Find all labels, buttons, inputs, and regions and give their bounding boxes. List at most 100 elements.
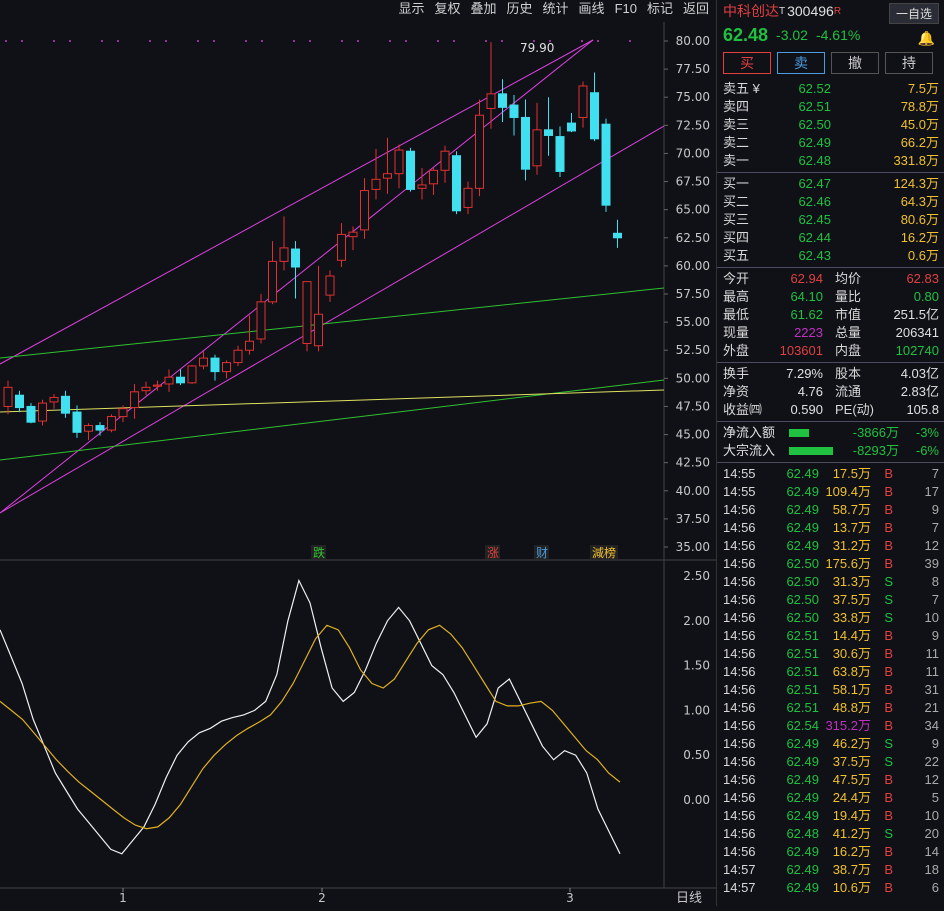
candle — [61, 390, 70, 418]
asks-row[interactable]: 卖一 62.48 331.8万 — [717, 152, 944, 170]
tick-cell: 7 — [931, 592, 939, 607]
candle — [394, 144, 404, 189]
x-tick-label: 1 — [119, 891, 127, 905]
stat-cell: 最高 — [723, 289, 750, 304]
tick-cell: 62.50 — [786, 592, 819, 607]
tick-cell: 62.49 — [786, 880, 819, 895]
stat-row: 收益㈣ 0.590 PE(动) 105.8 — [717, 401, 944, 419]
bids-row[interactable]: 买二 62.46 64.3万 — [717, 193, 944, 211]
marker-dot — [293, 40, 295, 42]
event-badge: 減榜 — [592, 545, 616, 560]
stat-cell: 4.76 — [797, 384, 823, 399]
candle — [613, 219, 622, 248]
tick-cell: 48.8万 — [832, 700, 871, 715]
tick-list[interactable]: 14:55 62.49 17.5万 B 7 14:55 62.49 109.4万 B 17 14:5… — [717, 465, 944, 897]
asks-cell: 331.8万 — [893, 153, 939, 168]
asks-row[interactable]: 卖三 62.50 45.0万 — [717, 116, 944, 134]
toolbar-item-7[interactable]: 标记 — [642, 0, 678, 18]
bids-row[interactable]: 买四 62.44 16.2万 — [717, 229, 944, 247]
stat-cell: 总量 — [835, 325, 862, 340]
chart-svg[interactable]: 80.00 77.50 75.00 72.50 70.00 67.50 65.00 62.50… — [0, 0, 716, 906]
stat-cell: 103601 — [779, 343, 823, 358]
asks-row[interactable]: 卖四 62.51 78.8万 — [717, 98, 944, 116]
kline-chart-area[interactable]: 80.00 77.50 75.00 72.50 70.00 67.50 65.00 62.50… — [0, 0, 716, 906]
toolbar-item-1[interactable]: 复权 — [429, 0, 465, 18]
tick-cell: B — [884, 718, 893, 733]
tick-row: 14:56 62.54 315.2万 B 34 — [717, 717, 944, 735]
flow-cell: -8293万 — [852, 443, 899, 458]
buy-button[interactable]: 买 — [723, 52, 771, 74]
tick-cell: 41.2万 — [832, 826, 871, 841]
asks-row[interactable]: 卖二 62.49 66.2万 — [717, 134, 944, 152]
green-trend-lower — [0, 379, 665, 461]
asks-cell: 45.0万 — [900, 117, 939, 132]
toolbar-item-4[interactable]: 统计 — [538, 0, 574, 18]
event-badge: 财 — [536, 546, 548, 560]
tick-cell: 21 — [924, 700, 939, 715]
marker-dot — [213, 40, 215, 42]
stat-cell: 均价 — [835, 271, 862, 286]
bids-row[interactable]: 买三 62.45 80.6万 — [717, 211, 944, 229]
toolbar-item-6[interactable]: F10 — [610, 0, 642, 18]
candle — [210, 354, 220, 381]
tick-cell: 62.51 — [786, 628, 819, 643]
channel-upper-lower — [0, 39, 594, 514]
candle — [72, 405, 82, 438]
candle — [337, 223, 346, 268]
tick-cell: 30.6万 — [832, 646, 871, 661]
toolbar-item-5[interactable]: 画线 — [574, 0, 610, 18]
stats-table: 今开 62.94 均价 62.83 最高 64.10 量比 0.80 最低 61.62 市值 251.… — [717, 270, 944, 360]
candle — [498, 79, 507, 122]
cancel-button[interactable]: 撤 — [831, 52, 879, 74]
asks-cell: 卖四 — [723, 99, 750, 114]
stat-cell: 7.29% — [786, 366, 823, 381]
marker-dot — [5, 40, 7, 42]
position-button[interactable]: 持 — [885, 52, 933, 74]
tick-cell: 47.5万 — [832, 772, 871, 787]
marker-dot — [309, 40, 311, 42]
toolbar-item-0[interactable]: 显示 — [393, 0, 429, 18]
tick-cell: 62.50 — [786, 610, 819, 625]
tick-cell: 19.4万 — [832, 808, 871, 823]
tick-cell: 62.49 — [786, 736, 819, 751]
bids-row[interactable]: 买五 62.43 0.6万 — [717, 247, 944, 265]
tick-cell: 62.48 — [786, 826, 819, 841]
marker-dot — [581, 40, 583, 42]
tick-cell: B — [884, 808, 893, 823]
tick-cell: 14:57 — [723, 880, 756, 895]
tick-cell: 38.7万 — [832, 862, 871, 877]
toolbar-item-2[interactable]: 叠加 — [466, 0, 502, 18]
tick-cell: 62.49 — [786, 538, 819, 553]
tick-cell: 46.2万 — [832, 736, 871, 751]
asks-row[interactable]: 卖五 ¥ 62.52 7.5万 — [717, 80, 944, 98]
stat-row: 今开 62.94 均价 62.83 — [717, 270, 944, 288]
candle — [84, 423, 93, 441]
tick-cell: B — [884, 700, 893, 715]
toolbar-item-3[interactable]: 历史 — [502, 0, 538, 18]
toolbar-item-8[interactable]: 返回 — [678, 0, 714, 18]
bids-cell: 买三 — [723, 212, 750, 227]
tick-cell: B — [884, 790, 893, 805]
trade-buttons: 买 卖 撤 持 — [717, 48, 944, 80]
tick-cell: 58.7万 — [832, 502, 871, 517]
bids-row[interactable]: 买一 62.47 124.3万 — [717, 175, 944, 193]
candle — [302, 281, 312, 352]
bell-icon[interactable]: 🔔 — [918, 30, 935, 47]
candle — [107, 414, 116, 433]
stat-cell: 最低 — [723, 307, 750, 322]
tick-cell: B — [884, 556, 893, 571]
channel-line — [0, 39, 594, 365]
add-watchlist-button[interactable]: 一自选 — [888, 3, 939, 24]
bids-cell: 62.45 — [798, 212, 831, 227]
tick-cell: 14:56 — [723, 790, 756, 805]
asks-cell: 66.2万 — [900, 135, 939, 150]
tick-cell: 14 — [924, 844, 939, 859]
flow-cell — [789, 442, 839, 460]
sell-button[interactable]: 卖 — [777, 52, 825, 74]
tick-cell: 13.7万 — [832, 520, 871, 535]
y-tick-label: 57.50 — [676, 287, 710, 301]
tick-cell: 18 — [924, 862, 939, 877]
stat-cell: 收益㈣ — [723, 402, 763, 417]
candle — [130, 383, 139, 419]
tick-cell: 62.54 — [786, 718, 819, 733]
